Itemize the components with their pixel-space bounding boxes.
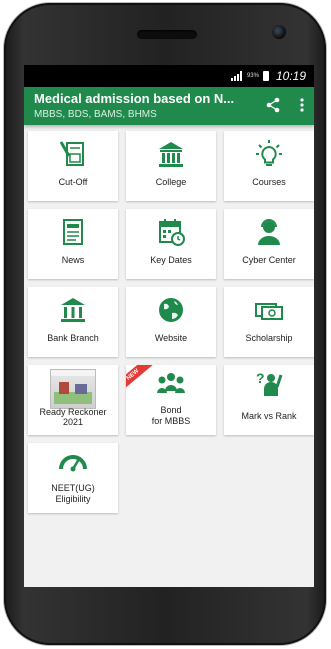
tile-label: College bbox=[155, 177, 187, 187]
tile-label: Cut-Off bbox=[58, 177, 88, 187]
share-icon[interactable] bbox=[266, 97, 280, 113]
battery-percent: 93% bbox=[246, 73, 259, 79]
tile-ready-reckoner[interactable]: Ready Reckoner 2021 bbox=[28, 365, 118, 435]
speedometer-icon bbox=[59, 455, 87, 472]
money-icon bbox=[255, 303, 283, 320]
bank-icon bbox=[61, 298, 85, 322]
tile-label-sub: for MBBS bbox=[151, 416, 191, 426]
app-title: Medical admission based on N... bbox=[34, 91, 235, 106]
newspaper-icon bbox=[63, 219, 83, 245]
signal-icon bbox=[230, 71, 242, 81]
svg-text:?: ? bbox=[256, 370, 265, 386]
tile-label: Website bbox=[154, 333, 188, 343]
tile-website[interactable]: Website bbox=[126, 287, 216, 357]
tile-neet-eligibility[interactable]: NEET(UG) Eligibility bbox=[28, 443, 118, 513]
tile-scholarship[interactable]: Scholarship bbox=[224, 287, 314, 357]
tile-label-year: 2021 bbox=[62, 417, 84, 427]
tile-cut-off[interactable]: Cut-Off bbox=[28, 131, 118, 201]
tile-mark-vs-rank[interactable]: ? Mark vs Rank bbox=[224, 365, 314, 435]
book-thumbnail-icon bbox=[50, 369, 96, 409]
globe-icon bbox=[159, 298, 183, 322]
tile-college[interactable]: College bbox=[126, 131, 216, 201]
tile-label-sub: Eligibility bbox=[55, 494, 91, 504]
tile-label: Key Dates bbox=[150, 255, 192, 265]
earpiece-speaker bbox=[137, 30, 197, 39]
battery-icon bbox=[262, 71, 269, 81]
app-subtitle: MBBS, BDS, BAMS, BHMS bbox=[34, 109, 157, 120]
tile-news[interactable]: News bbox=[28, 209, 118, 279]
group-icon bbox=[157, 373, 185, 393]
tile-label: Ready Reckoner bbox=[39, 407, 107, 417]
front-camera bbox=[272, 25, 286, 39]
tile-label: Courses bbox=[252, 177, 286, 187]
tile-cyber-center[interactable]: Cyber Center bbox=[224, 209, 314, 279]
app-screen: 93% 10:19 Medical admission based on N..… bbox=[24, 65, 314, 587]
tile-label: Mark vs Rank bbox=[241, 411, 297, 421]
tile-key-dates[interactable]: Key Dates bbox=[126, 209, 216, 279]
calendar-icon bbox=[159, 219, 185, 246]
cutoff-document-icon bbox=[59, 141, 84, 166]
tile-label: NEET(UG) bbox=[51, 483, 95, 493]
app-bar: Medical admission based on N... MBBS, BD… bbox=[24, 87, 314, 125]
clock: 10:19 bbox=[275, 69, 306, 83]
tile-label: Cyber Center bbox=[242, 255, 296, 265]
new-ribbon: NEW bbox=[126, 365, 154, 393]
tile-label: News bbox=[61, 255, 85, 265]
overflow-menu-icon[interactable] bbox=[300, 97, 304, 113]
status-bar: 93% 10:19 bbox=[24, 65, 314, 87]
tile-courses[interactable]: Courses bbox=[224, 131, 314, 201]
college-building-icon bbox=[159, 142, 183, 167]
tile-label: Bank Branch bbox=[47, 333, 99, 343]
support-agent-icon bbox=[258, 219, 280, 245]
tile-bank-branch[interactable]: Bank Branch bbox=[28, 287, 118, 357]
lightbulb-icon bbox=[256, 140, 282, 166]
phone-frame: 93% 10:19 Medical admission based on N..… bbox=[4, 3, 326, 645]
tile-label: Scholarship bbox=[245, 333, 293, 343]
tile-bond-for-mbbs[interactable]: NEW Bond for MBBS bbox=[126, 365, 216, 435]
question-person-icon: ? bbox=[256, 370, 283, 396]
tile-label: Bond bbox=[160, 405, 182, 415]
